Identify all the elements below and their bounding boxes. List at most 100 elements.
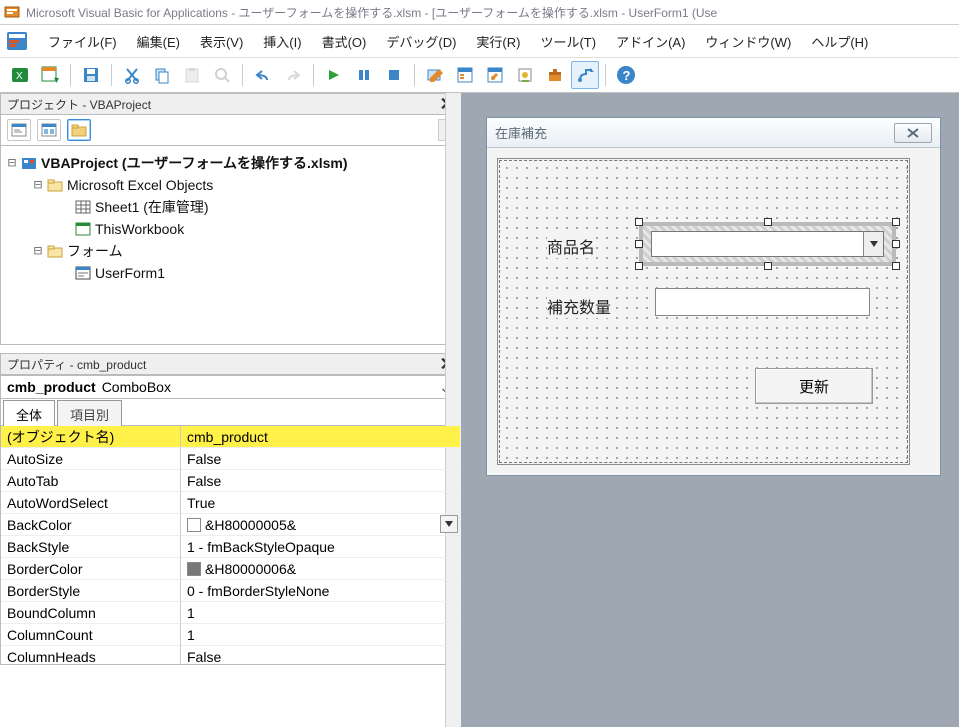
menu-run[interactable]: 実行(R) <box>468 28 528 55</box>
menu-format[interactable]: 書式(O) <box>314 28 375 55</box>
collapse-icon[interactable]: ⊟ <box>5 155 19 171</box>
menu-edit[interactable]: 編集(E) <box>129 28 188 55</box>
view-excel-icon[interactable]: X <box>6 61 34 89</box>
property-value[interactable]: &H80000006& <box>181 558 460 580</box>
collapse-icon[interactable]: ⊟ <box>31 177 45 193</box>
label-quantity[interactable]: 補充数量 <box>547 294 611 318</box>
workbook-icon <box>75 221 91 237</box>
svg-text:X: X <box>16 71 23 82</box>
property-row[interactable]: BoundColumn1 <box>1 602 460 624</box>
project-explorer-icon[interactable] <box>451 61 479 89</box>
tree-thisworkbook[interactable]: ThisWorkbook <box>95 221 184 237</box>
property-name: BackColor <box>1 514 181 536</box>
label-product[interactable]: 商品名 <box>547 234 595 258</box>
run-icon[interactable] <box>320 61 348 89</box>
menu-file[interactable]: ファイル(F) <box>40 28 125 55</box>
menu-window[interactable]: ウィンドウ(W) <box>697 28 799 55</box>
userform-titlebar[interactable]: 在庫補充 <box>487 118 940 148</box>
property-value[interactable]: False <box>181 646 460 665</box>
find-icon[interactable] <box>208 61 236 89</box>
property-name: BackStyle <box>1 536 181 558</box>
property-value[interactable]: False <box>181 470 460 492</box>
property-row[interactable]: ColumnCount1 <box>1 624 460 646</box>
object-selector[interactable]: cmb_product ComboBox ⌄ <box>0 375 461 399</box>
properties-window-icon[interactable] <box>481 61 509 89</box>
help-icon[interactable]: ? <box>612 61 640 89</box>
menu-addins[interactable]: アドイン(A) <box>608 28 693 55</box>
property-name: BorderStyle <box>1 580 181 602</box>
property-row[interactable]: AutoTabFalse <box>1 470 460 492</box>
tree-sheet1[interactable]: Sheet1 (在庫管理) <box>95 197 209 217</box>
tree-root[interactable]: VBAProject (ユーザーフォームを操作する.xlsm) <box>41 153 348 173</box>
userform-designer[interactable]: 在庫補充 商品名 補充数量 <box>486 117 941 476</box>
tab-categorized[interactable]: 項目別 <box>57 400 122 426</box>
insert-userform-icon[interactable]: ▾ <box>36 61 64 89</box>
textbox-quantity[interactable] <box>655 288 870 316</box>
vba-app-icon <box>4 4 20 20</box>
property-value[interactable]: True <box>181 492 460 514</box>
design-mode-icon[interactable] <box>421 61 449 89</box>
toggle-folders-icon[interactable] <box>67 119 91 141</box>
project-panel-label: プロジェクト - VBAProject <box>7 96 151 113</box>
properties-grid[interactable]: (オブジェクト名)cmb_productAutoSizeFalseAutoTab… <box>0 425 461 665</box>
vbaproject-icon <box>21 155 37 171</box>
undo-icon[interactable] <box>249 61 277 89</box>
color-chip-icon <box>187 518 201 532</box>
property-value[interactable]: &H80000005& <box>181 514 460 536</box>
options-icon[interactable] <box>571 61 599 89</box>
combo-product-input[interactable] <box>652 232 863 256</box>
cut-icon[interactable] <box>118 61 146 89</box>
paste-icon[interactable] <box>178 61 206 89</box>
properties-panel-title: プロパティ - cmb_product ✕ <box>0 353 461 375</box>
menu-debug[interactable]: デバッグ(D) <box>378 28 464 55</box>
property-row[interactable]: BorderStyle0 - fmBorderStyleNone <box>1 580 460 602</box>
collapse-icon[interactable]: ⊟ <box>31 243 45 259</box>
tree-userform1[interactable]: UserForm1 <box>95 265 165 281</box>
userform-close-icon[interactable] <box>894 123 932 143</box>
object-browser-icon[interactable] <box>511 61 539 89</box>
property-value[interactable]: 1 <box>181 602 460 624</box>
view-object-icon[interactable] <box>37 119 61 141</box>
property-row[interactable]: AutoWordSelectTrue <box>1 492 460 514</box>
property-value[interactable]: 0 - fmBorderStyleNone <box>181 580 460 602</box>
property-row[interactable]: BackStyle1 - fmBackStyleOpaque <box>1 536 460 558</box>
worksheet-icon <box>75 199 91 215</box>
save-icon[interactable] <box>77 61 105 89</box>
redo-icon[interactable] <box>279 61 307 89</box>
color-chip-icon <box>187 562 201 576</box>
property-value[interactable]: 1 <box>181 624 460 646</box>
tab-all[interactable]: 全体 <box>3 400 55 426</box>
stop-icon[interactable] <box>380 61 408 89</box>
userform-caption: 在庫補充 <box>495 123 547 142</box>
property-row[interactable]: BorderColor&H80000006& <box>1 558 460 580</box>
update-button[interactable]: 更新 <box>755 368 873 404</box>
combo-product[interactable] <box>651 231 884 257</box>
menu-insert[interactable]: 挿入(I) <box>255 28 309 55</box>
combo-dropdown-icon[interactable] <box>863 232 883 256</box>
property-row[interactable]: ColumnHeadsFalse <box>1 646 460 665</box>
property-row[interactable]: AutoSizeFalse <box>1 448 460 470</box>
tree-excel-objects[interactable]: Microsoft Excel Objects <box>67 177 213 193</box>
menu-tools[interactable]: ツール(T) <box>532 28 604 55</box>
property-name: AutoSize <box>1 448 181 470</box>
combo-product-selection[interactable] <box>645 228 890 260</box>
svg-text:?: ? <box>623 68 631 83</box>
tree-forms[interactable]: フォーム <box>67 241 123 261</box>
view-code-icon[interactable] <box>7 119 31 141</box>
copy-icon[interactable] <box>148 61 176 89</box>
toolbar: X ▾ ? <box>0 57 959 93</box>
property-name: BorderColor <box>1 558 181 580</box>
menu-help[interactable]: ヘルプ(H) <box>803 28 876 55</box>
toolbox-icon[interactable] <box>541 61 569 89</box>
property-row[interactable]: BackColor&H80000005& <box>1 514 460 536</box>
property-value[interactable]: cmb_product <box>181 426 460 448</box>
menu-view[interactable]: 表示(V) <box>192 28 251 55</box>
property-value[interactable]: False <box>181 448 460 470</box>
project-panel-title: プロジェクト - VBAProject ✕ <box>0 93 461 115</box>
dropdown-icon[interactable] <box>440 515 458 533</box>
property-value[interactable]: 1 - fmBackStyleOpaque <box>181 536 460 558</box>
property-row[interactable]: (オブジェクト名)cmb_product <box>1 426 460 448</box>
pause-icon[interactable] <box>350 61 378 89</box>
window-title: Microsoft Visual Basic for Applications … <box>26 4 717 21</box>
project-tree[interactable]: ⊟ VBAProject (ユーザーフォームを操作する.xlsm) ⊟ Micr… <box>0 146 461 345</box>
